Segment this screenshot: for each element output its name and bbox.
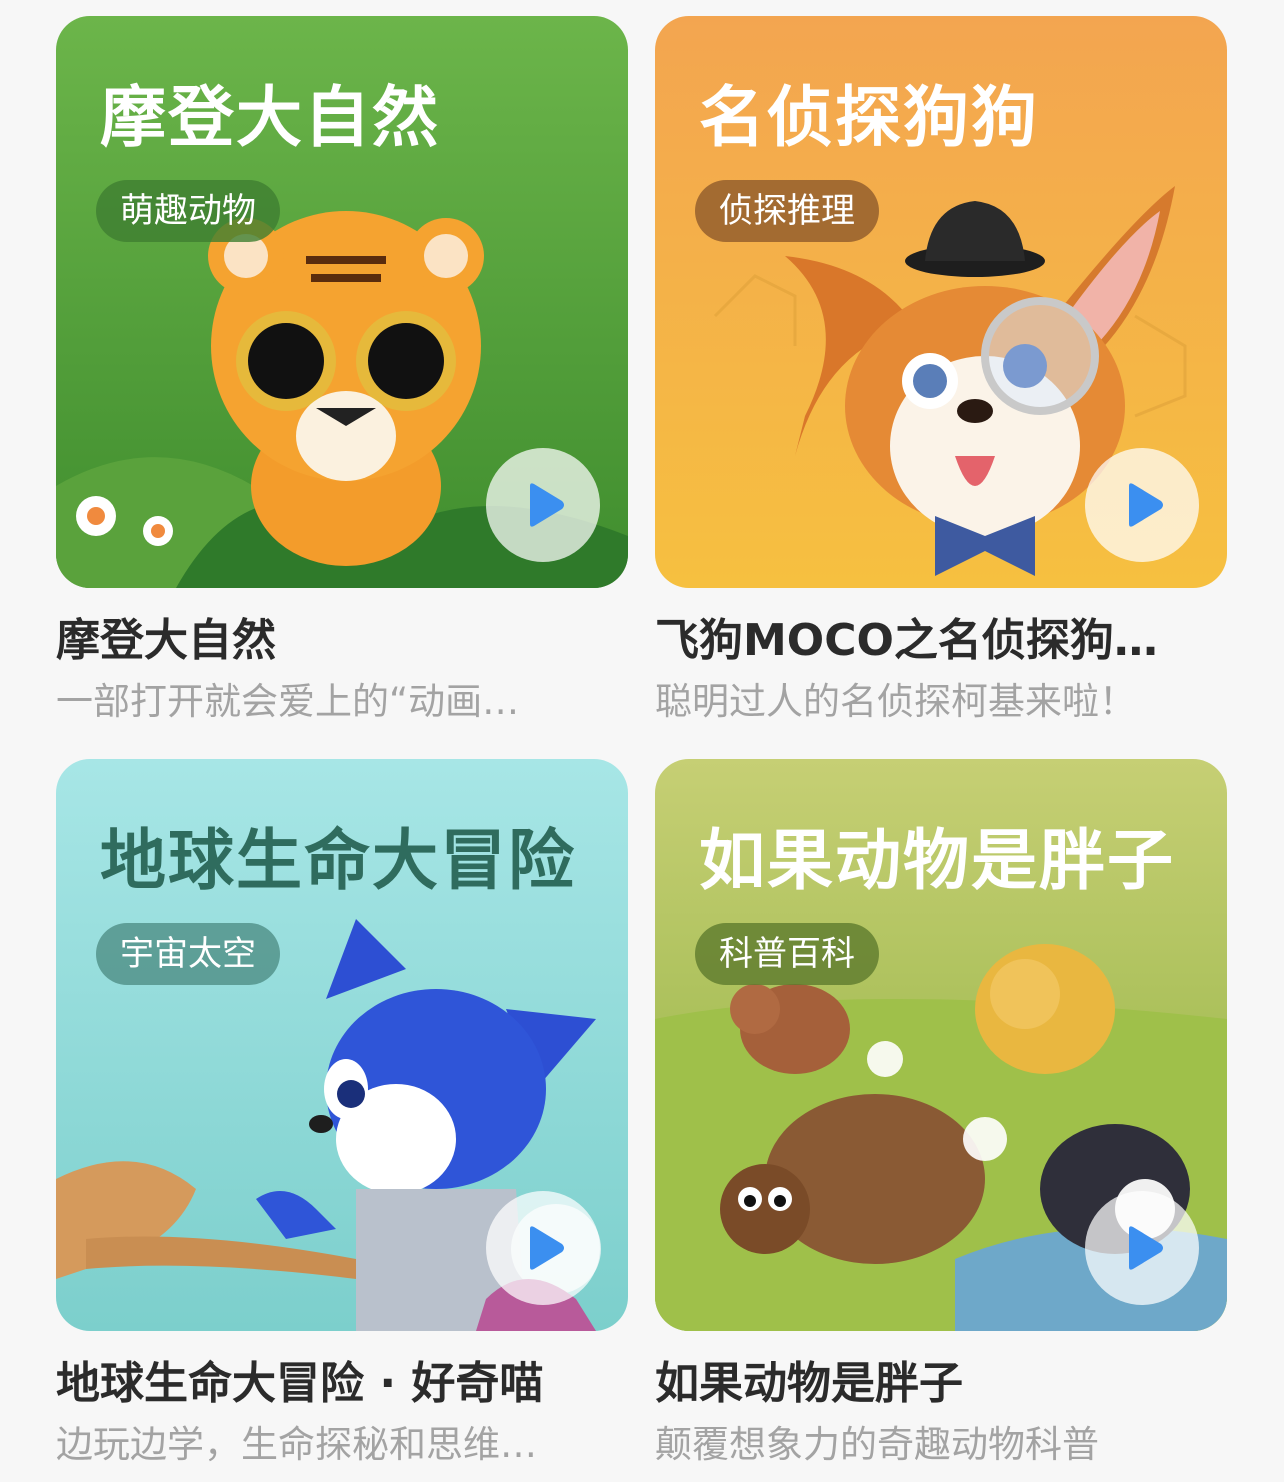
video-card-fat-animals[interactable]: 如果动物是胖子 科普百科 如果动物是胖子 颠覆想象力的奇趣动物科普 bbox=[655, 759, 1227, 1469]
video-grid: 摩登大自然 萌趣动物 摩登大自然 一部打开就会爱上的“动画… 名侦探狗狗 侦探推… bbox=[0, 0, 1284, 1482]
video-description: 颠覆想象力的奇趣动物科普 bbox=[655, 1423, 1099, 1466]
thumbnail-title: 摩登大自然 bbox=[100, 79, 440, 156]
category-tag: 侦探推理 bbox=[695, 180, 879, 242]
video-thumbnail[interactable]: 摩登大自然 萌趣动物 bbox=[56, 16, 628, 588]
play-button[interactable] bbox=[1085, 448, 1199, 562]
play-icon bbox=[1129, 483, 1163, 527]
play-icon bbox=[530, 1226, 564, 1270]
video-description: 边玩边学，生命探秘和思维… bbox=[56, 1423, 537, 1466]
video-card-earth-life-adventure[interactable]: 地球生命大冒险 宇宙太空 地球生命大冒险 · 好奇喵 边玩边学，生命探秘和思维… bbox=[56, 759, 628, 1469]
play-button[interactable] bbox=[486, 448, 600, 562]
video-card-detective-dog[interactable]: 名侦探狗狗 侦探推理 飞狗MOCO之名侦探狗… 聪明过人的名侦探柯基来啦！ bbox=[655, 16, 1227, 726]
video-title[interactable]: 飞狗MOCO之名侦探狗… bbox=[655, 614, 1227, 668]
video-title[interactable]: 如果动物是胖子 bbox=[655, 1357, 1227, 1411]
play-button[interactable] bbox=[486, 1191, 600, 1305]
video-thumbnail[interactable]: 如果动物是胖子 科普百科 bbox=[655, 759, 1227, 1331]
video-thumbnail[interactable]: 名侦探狗狗 侦探推理 bbox=[655, 16, 1227, 588]
video-description: 聪明过人的名侦探柯基来啦！ bbox=[655, 680, 1136, 723]
play-icon bbox=[1129, 1226, 1163, 1270]
play-icon bbox=[530, 483, 564, 527]
video-description: 一部打开就会爱上的“动画… bbox=[56, 680, 520, 723]
video-title[interactable]: 地球生命大冒险 · 好奇喵 bbox=[56, 1357, 628, 1411]
thumbnail-title: 名侦探狗狗 bbox=[699, 79, 1039, 156]
thumbnail-title: 如果动物是胖子 bbox=[699, 822, 1175, 899]
video-card-modern-nature[interactable]: 摩登大自然 萌趣动物 摩登大自然 一部打开就会爱上的“动画… bbox=[56, 16, 628, 726]
category-tag: 宇宙太空 bbox=[96, 923, 280, 985]
category-tag: 萌趣动物 bbox=[96, 180, 280, 242]
category-tag: 科普百科 bbox=[695, 923, 879, 985]
play-button[interactable] bbox=[1085, 1191, 1199, 1305]
thumbnail-title: 地球生命大冒险 bbox=[100, 822, 576, 899]
video-thumbnail[interactable]: 地球生命大冒险 宇宙太空 bbox=[56, 759, 628, 1331]
video-title[interactable]: 摩登大自然 bbox=[56, 614, 628, 668]
